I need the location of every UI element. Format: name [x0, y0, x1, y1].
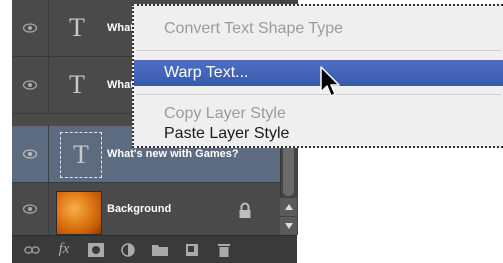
layer-row[interactable]: Background	[12, 183, 297, 236]
mask-icon[interactable]	[84, 238, 108, 262]
link-icon[interactable]	[20, 238, 44, 262]
menu-item-convert-text-shape-type: Convert Text Shape Type	[164, 20, 344, 37]
visibility-eye-icon[interactable]	[12, 0, 49, 56]
background-thumbnail	[56, 191, 102, 235]
fx-icon[interactable]: fx	[52, 238, 76, 262]
scroll-up-button[interactable]	[280, 198, 297, 216]
mouse-cursor-icon	[320, 66, 342, 98]
text-layer-thumbnail-icon: T	[69, 13, 85, 42]
new-layer-icon[interactable]	[180, 238, 204, 262]
trash-icon[interactable]	[212, 238, 236, 262]
layer-name[interactable]: What	[107, 57, 134, 113]
text-layer-thumbnail-icon: T	[69, 70, 85, 99]
layer-name[interactable]: What	[107, 0, 134, 56]
lock-icon	[238, 202, 252, 220]
visibility-eye-icon[interactable]	[12, 183, 49, 235]
scroll-down-button[interactable]	[280, 217, 297, 235]
menu-item-warp-text[interactable]: Warp Text...	[134, 60, 503, 86]
context-menu: Convert Text Shape Type Warp Text... Cop…	[132, 4, 503, 148]
text-layer-thumbnail-icon: T	[60, 132, 102, 178]
layers-panel-footer: fx	[12, 235, 297, 263]
menu-item-paste-layer-style[interactable]: Paste Layer Style	[134, 121, 503, 147]
layer-name[interactable]: Background	[107, 183, 171, 235]
visibility-eye-icon[interactable]	[12, 57, 49, 113]
menu-separator	[136, 94, 501, 95]
folder-icon[interactable]	[148, 238, 172, 262]
adjustment-icon[interactable]	[116, 238, 140, 262]
visibility-eye-icon[interactable]	[12, 126, 49, 182]
menu-separator	[136, 50, 501, 51]
